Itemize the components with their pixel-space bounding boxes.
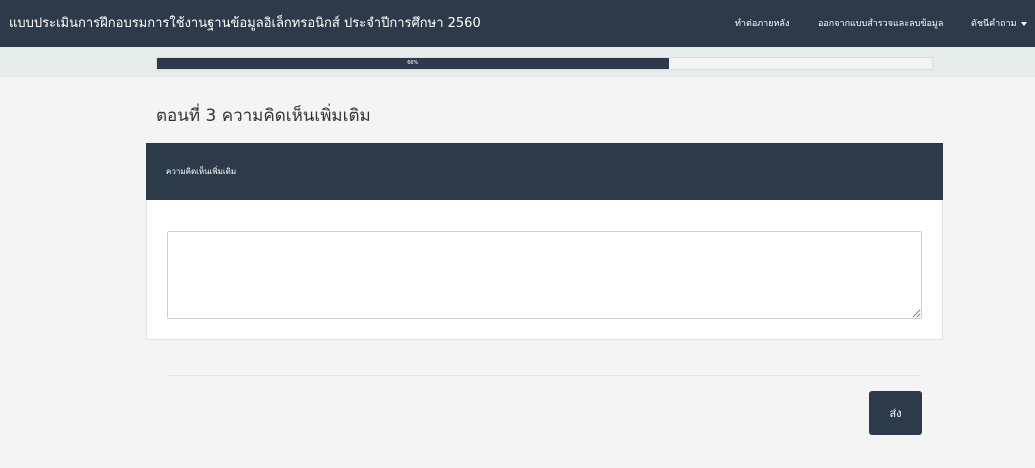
comment-textarea[interactable]: [167, 231, 922, 319]
progress-fill: 66%: [157, 58, 669, 69]
submit-button[interactable]: ส่ง: [869, 391, 922, 435]
caret-down-icon: [1020, 21, 1027, 26]
exit-and-clear-link[interactable]: ออกจากแบบสำรวจและลบข้อมูล: [818, 18, 943, 30]
section-title: ตอนที่ 3 ความคิดเห็นเพิ่มเติม: [156, 106, 371, 126]
question-header: ความคิดเห็นเพิ่มเติม: [146, 143, 943, 200]
question-index-label: ดัชนีคำถาม: [971, 19, 1017, 29]
top-navbar: แบบประเมินการฝึกอบรมการใช้งานฐานข้อมูลอิ…: [0, 0, 1035, 47]
progress-area: 66%: [0, 47, 1035, 77]
question-panel: ความคิดเห็นเพิ่มเติม: [146, 143, 943, 340]
resume-later-link[interactable]: ทำต่อภายหลัง: [735, 18, 789, 30]
question-heading: ความคิดเห็นเพิ่มเติม: [166, 167, 237, 176]
survey-title: แบบประเมินการฝึกอบรมการใช้งานฐานข้อมูลอิ…: [9, 16, 481, 31]
question-index-dropdown[interactable]: ดัชนีคำถาม: [971, 18, 1027, 30]
divider: [168, 375, 921, 376]
progress-bar: 66%: [156, 57, 933, 70]
